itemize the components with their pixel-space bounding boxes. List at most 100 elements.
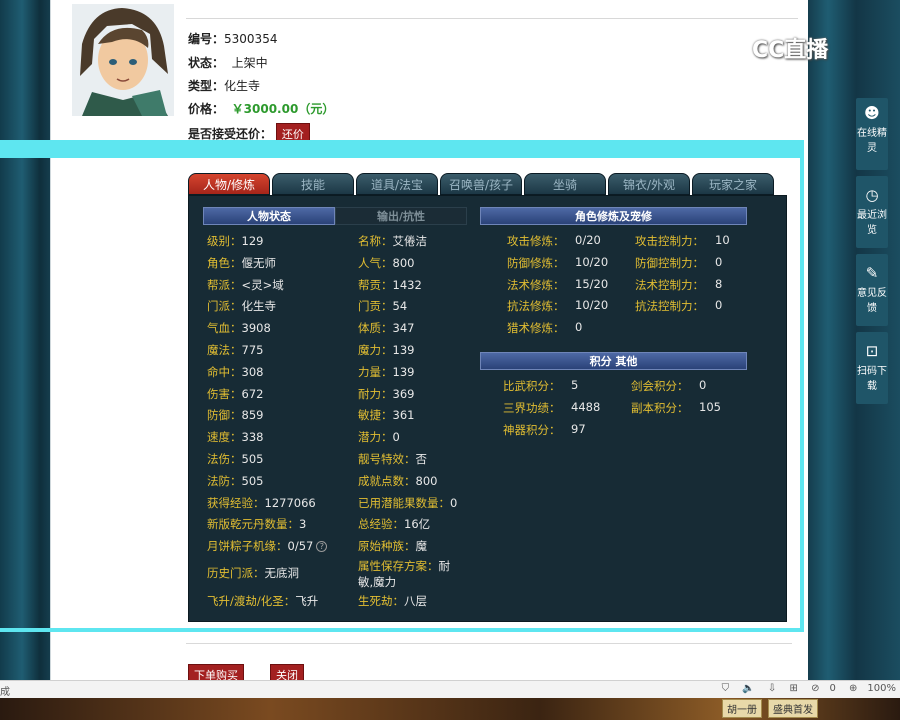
- stat-value: 0: [450, 495, 458, 510]
- stat-label: 属性保存方案：: [358, 559, 439, 573]
- stat-row: 魔力：139: [358, 342, 414, 358]
- stat-value: 505: [241, 452, 264, 466]
- stat-label: 级别：: [207, 234, 242, 248]
- section-char-status[interactable]: 人物状态: [203, 207, 335, 225]
- stat-label: 已用潜能果数量：: [358, 495, 450, 510]
- stat-row: 攻击修炼： 0/20: [507, 233, 601, 249]
- help-icon[interactable]: ?: [316, 541, 328, 553]
- stat-row: 名称：艾倦洁: [358, 233, 427, 249]
- stat-value-continued: 敏,魔力: [358, 575, 397, 589]
- tab-home[interactable]: 玩家之家: [692, 173, 774, 195]
- taskbar-badge-1[interactable]: 胡一册: [722, 699, 762, 718]
- stat-row: 命中：308: [207, 364, 263, 380]
- stat-label: 总经验：: [358, 517, 404, 532]
- stat-value: 0: [575, 320, 583, 335]
- stat-label: 攻击修炼：: [507, 234, 565, 248]
- stat-row: 靓号特效：否: [358, 451, 427, 467]
- blocked-count: 0: [829, 683, 836, 694]
- left-background: [0, 0, 50, 720]
- stat-value: 105: [699, 399, 721, 414]
- zoom-icon[interactable]: ⊕ 100%: [849, 683, 896, 694]
- stat-value: 347: [392, 321, 415, 336]
- stat-value: 859: [241, 408, 264, 423]
- stat-value: 10/20: [575, 298, 609, 313]
- side-online-assistant[interactable]: ☻ 在线精灵: [856, 98, 888, 170]
- stat-label: 三界功绩：: [503, 400, 561, 415]
- selection-frame-bottom: [0, 628, 804, 632]
- item-price-row: 价格： ￥3000.00（元）: [188, 100, 334, 117]
- stat-row: 门贡：54: [358, 298, 407, 314]
- stat-row: 抗法控制力： 0: [635, 298, 722, 314]
- assistant-icon: ☻: [864, 104, 880, 122]
- stat-value: 369: [392, 386, 415, 401]
- stat-value: 8: [715, 276, 723, 291]
- stat-label: 帮派：: [207, 277, 242, 292]
- stat-label: 神器积分：: [503, 422, 561, 437]
- stat-row: 法术控制力： 8: [635, 277, 722, 293]
- stat-value: 3908: [241, 321, 271, 336]
- stat-value: 54: [392, 299, 408, 314]
- grid-icon[interactable]: ⊞: [789, 683, 797, 694]
- stat-label: 魔力：: [358, 343, 393, 357]
- side-scan[interactable]: ⊡ 扫码下载: [856, 332, 888, 404]
- stat-row: 帮贡：1432: [358, 277, 422, 293]
- stat-value: 15/20: [575, 276, 609, 291]
- shield-icon[interactable]: ⛉: [722, 683, 730, 694]
- tab-character[interactable]: 人物/修炼: [188, 173, 270, 195]
- stat-label: 敏捷：: [358, 408, 393, 423]
- item-id-value: 5300354: [224, 32, 278, 46]
- bottom-separator: [186, 643, 792, 644]
- stat-row: 人气：800: [358, 255, 414, 271]
- tab-mounts[interactable]: 坐骑: [524, 173, 606, 195]
- stat-value: 4488: [571, 399, 601, 414]
- stat-row: 猎术修炼： 0: [507, 320, 582, 336]
- stat-row: 法术修炼： 15/20: [507, 277, 608, 293]
- stat-value: 偃无师: [241, 255, 277, 270]
- stat-value: 139: [392, 343, 415, 357]
- tab-skills[interactable]: 技能: [272, 173, 354, 195]
- item-type-label: 类型：: [188, 79, 225, 93]
- speaker-icon[interactable]: 🔈: [742, 683, 754, 694]
- stat-value: 361: [392, 408, 415, 423]
- game-taskbar: [0, 698, 900, 720]
- item-type-row: 类型：化生寺: [188, 77, 260, 94]
- section-output-resist[interactable]: 输出/抗性: [335, 207, 467, 225]
- stat-row: 原始种族：魔: [358, 538, 427, 554]
- stat-row: 飞升/渡劫/化圣：飞升: [207, 593, 318, 609]
- tab-pets[interactable]: 召唤兽/孩子: [440, 173, 522, 195]
- stat-row: 防御修炼： 10/20: [507, 255, 608, 271]
- stat-label: 副本积分：: [631, 400, 689, 415]
- stat-label: 飞升/渡劫/化圣：: [207, 593, 296, 608]
- side-feedback[interactable]: ✎ 意见反馈: [856, 254, 888, 326]
- side-recent[interactable]: ◷ 最近浏览: [856, 176, 888, 248]
- stat-value: 308: [241, 364, 264, 379]
- stat-value: <灵>域: [241, 277, 284, 292]
- stat-label: 新版乾元丹数量：: [207, 517, 299, 532]
- stat-row: 获得经验：1277066: [207, 495, 316, 511]
- stat-value: 16亿: [404, 517, 431, 532]
- tab-outfits[interactable]: 锦衣/外观: [608, 173, 690, 195]
- stat-value: 魔: [415, 539, 428, 554]
- stat-label: 比武积分：: [503, 379, 561, 393]
- tab-items[interactable]: 道具/法宝: [356, 173, 438, 195]
- block-icon[interactable]: ⊘ 0: [811, 683, 836, 694]
- download-icon[interactable]: ⇩: [768, 683, 776, 694]
- stat-value: 飞升: [295, 593, 319, 608]
- section-points-other: 积分 其他: [480, 352, 747, 370]
- stat-label: 防御修炼：: [507, 255, 565, 270]
- stat-row: 已用潜能果数量：0: [358, 495, 457, 511]
- stat-row: 防御：859: [207, 407, 263, 423]
- stat-row: 门派：化生寺: [207, 298, 276, 314]
- stat-value: 5: [571, 378, 579, 392]
- taskbar-badge-2[interactable]: 盛典首发: [768, 699, 818, 718]
- stat-label: 伤害：: [207, 386, 242, 401]
- stat-label: 人气：: [358, 255, 393, 270]
- stat-label: 抗法控制力：: [635, 299, 704, 314]
- stat-row: 比武积分： 5: [503, 378, 578, 394]
- stat-label: 力量：: [358, 364, 393, 379]
- item-price-value: ￥3000.00（元）: [231, 102, 335, 116]
- stat-value: 672: [241, 386, 264, 401]
- stat-label: 速度：: [207, 430, 242, 445]
- browser-statusbar: 成 ⛉ 🔈 ⇩ ⊞ ⊘ 0 ⊕ 100%: [0, 680, 900, 698]
- stat-row: 速度：338: [207, 429, 263, 445]
